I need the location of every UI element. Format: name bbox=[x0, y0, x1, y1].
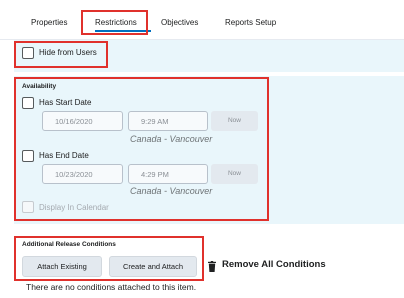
end-date-input[interactable]: 10/23/2020 bbox=[42, 164, 123, 184]
no-conditions-message: There are no conditions attached to this… bbox=[26, 282, 197, 292]
tab-reports-setup[interactable]: Reports Setup bbox=[225, 18, 276, 27]
display-in-calendar-checkbox[interactable] bbox=[22, 201, 34, 213]
has-start-date-label: Has Start Date bbox=[39, 98, 92, 107]
tab-highlight-box bbox=[81, 10, 148, 35]
start-time-input[interactable]: 9:29 AM bbox=[128, 111, 208, 131]
create-and-attach-button[interactable]: Create and Attach bbox=[109, 256, 197, 277]
hide-from-users-checkbox[interactable] bbox=[22, 47, 34, 59]
availability-heading: Availability bbox=[22, 83, 57, 90]
start-date-input[interactable]: 10/16/2020 bbox=[42, 111, 123, 131]
start-timezone: Canada - Vancouver bbox=[130, 134, 213, 144]
hide-from-users-label: Hide from Users bbox=[39, 48, 97, 57]
end-timezone: Canada - Vancouver bbox=[130, 186, 213, 196]
attach-existing-button[interactable]: Attach Existing bbox=[22, 256, 102, 277]
tab-properties[interactable]: Properties bbox=[31, 18, 67, 27]
has-end-date-label: Has End Date bbox=[39, 151, 89, 160]
trash-icon bbox=[208, 261, 216, 272]
tab-bar: Properties Restrictions Objectives Repor… bbox=[0, 0, 404, 40]
remove-all-conditions-label: Remove All Conditions bbox=[222, 259, 326, 270]
tab-objectives[interactable]: Objectives bbox=[161, 18, 198, 27]
has-start-date-checkbox[interactable] bbox=[22, 97, 34, 109]
display-in-calendar-label: Display In Calendar bbox=[39, 203, 109, 212]
start-now-button[interactable]: Now bbox=[211, 111, 258, 131]
end-now-button[interactable]: Now bbox=[211, 164, 258, 184]
end-time-input[interactable]: 4:29 PM bbox=[128, 164, 208, 184]
has-end-date-checkbox[interactable] bbox=[22, 150, 34, 162]
release-conditions-heading: Additional Release Conditions bbox=[22, 241, 116, 248]
